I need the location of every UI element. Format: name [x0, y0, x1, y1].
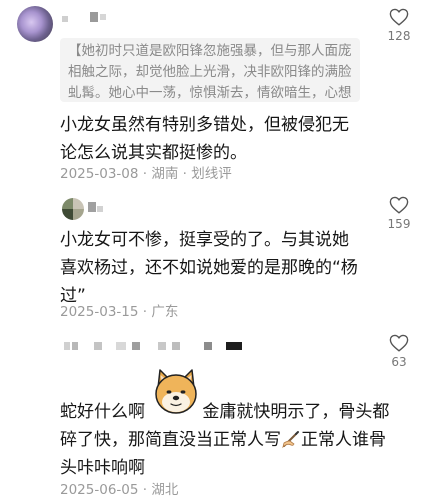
meta-separator: · [138, 304, 152, 320]
comment-meta: 2025-03-15 · 广东 [60, 300, 178, 320]
comment-text[interactable]: 小龙女可不惨，挺享受的了。与其说她喜欢杨过，还不如说她爱的是那晚的“杨过” [60, 226, 360, 310]
avatar[interactable] [17, 6, 53, 42]
heart-outline-icon [389, 334, 409, 352]
meta-separator: · [178, 166, 192, 182]
username-mosaic[interactable] [64, 334, 254, 352]
quoted-passage[interactable]: 【她初时只道是欧阳锋忽施强暴，但与那人面庞相触之际，却觉他脸上光滑，决非欧阳锋的… [60, 38, 360, 102]
username-mosaic[interactable] [88, 202, 108, 214]
comment-date: 2025-06-05 [60, 482, 139, 498]
heart-outline-icon [389, 8, 409, 26]
comment-date: 2025-03-15 [60, 304, 139, 320]
comment-meta: 2025-03-08 · 湖南 · 划线评 [60, 162, 232, 182]
comment-date: 2025-03-08 [60, 166, 139, 182]
comment-list: 128 【她初时只道是欧阳锋忽施强暴，但与那人面庞相触之际，却觉他脸上光滑，决非… [0, 0, 426, 500]
comment-location: 湖北 [151, 482, 179, 498]
writing-hand-icon [282, 431, 299, 449]
avatar[interactable] [62, 198, 84, 220]
username-mosaic[interactable] [62, 12, 112, 24]
comment-location: 广东 [151, 304, 179, 320]
like-count: 128 [387, 29, 411, 43]
like-button[interactable]: 128 [379, 8, 419, 43]
underline-comment-label[interactable]: 划线评 [191, 166, 232, 182]
like-button[interactable]: 159 [379, 196, 419, 231]
comment-text-line[interactable]: 金庸就快明示了，骨头都碎了快，那简直没当正常人写 正常人谁骨头咔咔响啊 [60, 398, 390, 482]
like-count: 159 [387, 217, 411, 231]
meta-separator: · [138, 166, 152, 182]
like-button[interactable]: 63 [379, 334, 419, 369]
like-count: 63 [391, 355, 407, 369]
comment-location: 湖南 [151, 166, 179, 182]
comment-meta: 2025-06-05 · 湖北 [60, 478, 178, 498]
heart-outline-icon [389, 196, 409, 214]
meta-separator: · [138, 482, 152, 498]
comment-text[interactable]: 小龙女虽然有特别多错处，但被侵犯无论怎么说其实都挺惨的。 [60, 111, 350, 167]
